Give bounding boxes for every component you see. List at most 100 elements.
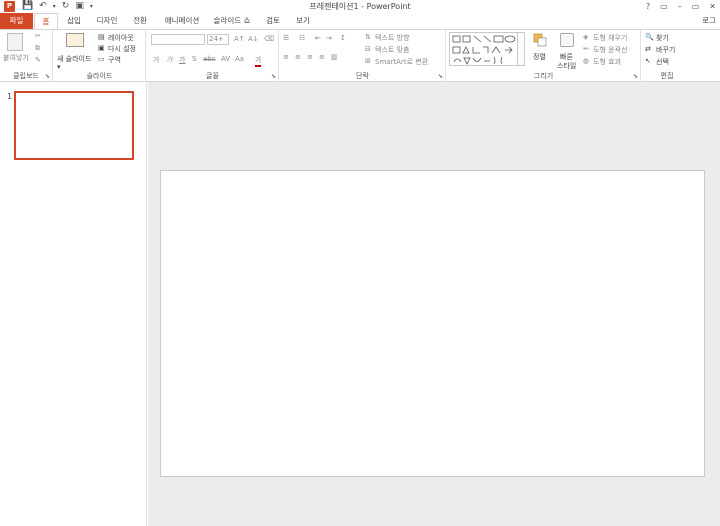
clipboard-group: 붙여넣기 ✂ ⧉ ✎ 클립보드 ⬊ (0, 30, 53, 82)
slides-group: 새 슬라이드 ▾ ▤ 레이아웃 ▣ 다시 설정 ▭ 구역 슬라이드 (54, 30, 146, 82)
drawing-group-label: 그리기 (533, 72, 554, 80)
copy-icon[interactable]: ⧉ (35, 44, 40, 53)
new-slide-icon[interactable] (66, 33, 84, 47)
font-group-label: 글꼴 (206, 72, 219, 80)
clipboard-launcher-icon[interactable]: ⬊ (45, 73, 50, 80)
shapes-gallery-scroll[interactable] (517, 32, 525, 66)
shrink-font-icon[interactable]: A↓ (248, 35, 259, 43)
shape-fill-button[interactable]: 도형 채우기 (593, 33, 627, 43)
select-button[interactable]: 선택 (656, 57, 669, 67)
shape-effects-icon[interactable]: ◍ (583, 57, 589, 65)
tab-slideshow[interactable]: 슬라이드 쇼 (210, 13, 254, 29)
tab-insert[interactable]: 삽입 (62, 13, 86, 29)
tab-animations[interactable]: 애니메이션 (160, 13, 204, 29)
align-text-icon[interactable]: ⊟ (365, 45, 371, 53)
text-direction-button[interactable]: 텍스트 방향 (375, 33, 409, 43)
smartart-icon[interactable]: ⊞ (365, 57, 371, 65)
strikethrough-button[interactable]: abc (203, 55, 216, 63)
align-right-icon[interactable]: ≡ (307, 53, 313, 61)
line-spacing-icon[interactable]: ↕ (340, 34, 346, 42)
maximize-button[interactable]: ▭ (692, 2, 700, 11)
font-launcher-icon[interactable]: ⬊ (271, 73, 276, 80)
underline-button[interactable]: 가 (179, 55, 185, 65)
arrange-icon[interactable] (533, 33, 547, 47)
slide-editing-area[interactable] (148, 82, 720, 526)
font-group: 24+ A↑ A↓ ⌫ 가 가 가 S abc AV Aa 가 글꼴 ⬊ (147, 30, 279, 82)
clear-formatting-icon[interactable]: ⌫ (264, 35, 274, 43)
quick-styles-icon[interactable] (560, 33, 574, 47)
slide-thumbnails-pane: 1 (0, 82, 147, 526)
ribbon: 붙여넣기 ✂ ⧉ ✎ 클립보드 ⬊ 새 슬라이드 ▾ ▤ 레이아웃 ▣ 다시 설… (0, 29, 720, 82)
ribbon-display-options-button[interactable]: ▭ (660, 2, 668, 11)
tab-design[interactable]: 디자인 (92, 13, 122, 29)
new-slide-dropdown-icon[interactable]: ▾ (57, 63, 61, 71)
replace-button[interactable]: 바꾸기 (656, 45, 675, 55)
slides-group-label: 슬라이드 (86, 72, 113, 80)
reset-icon[interactable]: ▣ (98, 44, 105, 52)
shape-outline-button[interactable]: 도형 윤곽선 (593, 45, 627, 55)
tab-home[interactable]: 홈 (34, 13, 58, 30)
window-title: 프레젠테이션1 - PowerPoint (309, 2, 411, 11)
window-controls: ? ▭ – ▭ ✕ (646, 0, 716, 13)
slide-thumbnail-1[interactable] (14, 91, 134, 160)
close-button[interactable]: ✕ (709, 2, 716, 11)
shapes-gallery-icons (452, 35, 516, 65)
italic-button[interactable]: 가 (166, 55, 172, 65)
sign-in-link[interactable]: 로그 (702, 13, 716, 29)
paste-icon[interactable] (7, 33, 23, 51)
font-color-button[interactable]: 가 (255, 55, 262, 67)
justify-icon[interactable]: ≡ (319, 53, 325, 61)
paragraph-launcher-icon[interactable]: ⬊ (438, 73, 443, 80)
change-case-button[interactable]: Aa (235, 55, 244, 63)
slide-number: 1 (7, 92, 13, 101)
editing-group: 🔍 찾기 ⇄ 바꾸기 ↖ 선택 편집 (642, 30, 692, 82)
title-bar: P 💾 ↶ ▾ ↻ ▣ ▾ 프레젠테이션1 - PowerPoint ? ▭ –… (0, 0, 720, 13)
shapes-gallery[interactable] (449, 32, 525, 66)
drawing-group: 정렬 빠른 스타일 ◈ 도형 채우기 ✏ 도형 윤곽선 ◍ 도형 효과 그리기 … (447, 30, 641, 82)
select-icon[interactable]: ↖ (645, 57, 651, 65)
help-button[interactable]: ? (646, 2, 650, 11)
font-name-combobox[interactable] (151, 34, 205, 45)
current-slide[interactable] (160, 170, 705, 477)
increase-indent-icon[interactable]: ⇥ (326, 34, 332, 42)
character-spacing-button[interactable]: AV (221, 55, 230, 63)
decrease-indent-icon[interactable]: ⇤ (315, 34, 321, 42)
ribbon-tabs: 파일 홈 삽입 디자인 전환 애니메이션 슬라이드 쇼 검토 보기 로그 (0, 13, 720, 30)
editing-group-label: 편집 (660, 72, 674, 80)
shadow-button[interactable]: S (192, 55, 196, 63)
layout-icon[interactable]: ▤ (98, 33, 105, 41)
minimize-button[interactable]: – (678, 2, 682, 11)
replace-icon[interactable]: ⇄ (645, 45, 651, 53)
text-direction-icon[interactable]: ⇅ (365, 33, 371, 41)
grow-font-icon[interactable]: A↑ (234, 35, 245, 43)
new-slide-button[interactable]: 새 슬라이드 (57, 54, 91, 64)
quick-styles-label-2: 스타일 (557, 62, 577, 70)
bullets-icon[interactable]: ☰ (283, 34, 289, 42)
columns-icon[interactable]: ▥ (331, 53, 338, 61)
align-center-icon[interactable]: ≡ (295, 53, 301, 61)
shape-fill-icon[interactable]: ◈ (583, 33, 588, 41)
tab-view[interactable]: 보기 (292, 13, 314, 29)
section-button[interactable]: 구역 (108, 55, 121, 65)
arrange-button[interactable]: 정렬 (533, 52, 546, 62)
format-painter-icon[interactable]: ✎ (35, 56, 41, 64)
tab-transitions[interactable]: 전환 (128, 13, 152, 29)
bold-button[interactable]: 가 (153, 55, 159, 65)
numbering-icon[interactable]: ☷ (299, 34, 305, 42)
shape-effects-button[interactable]: 도형 효과 (593, 57, 621, 67)
shape-outline-icon[interactable]: ✏ (583, 45, 589, 53)
tab-review[interactable]: 검토 (262, 13, 284, 29)
reset-button[interactable]: 다시 설정 (108, 44, 136, 54)
tab-file[interactable]: 파일 (0, 13, 33, 29)
font-size-value: 24+ (209, 35, 224, 43)
section-icon[interactable]: ▭ (98, 55, 105, 63)
find-button[interactable]: 찾기 (656, 33, 669, 43)
align-text-button[interactable]: 텍스트 맞춤 (375, 45, 409, 55)
align-left-icon[interactable]: ≡ (283, 53, 289, 61)
cut-icon[interactable]: ✂ (35, 32, 41, 40)
convert-smartart-button[interactable]: SmartArt로 변환 (375, 57, 428, 67)
layout-button[interactable]: 레이아웃 (108, 33, 134, 43)
paste-button-label[interactable]: 붙여넣기 (3, 53, 29, 63)
drawing-launcher-icon[interactable]: ⬊ (633, 73, 638, 80)
find-icon[interactable]: 🔍 (645, 33, 654, 41)
